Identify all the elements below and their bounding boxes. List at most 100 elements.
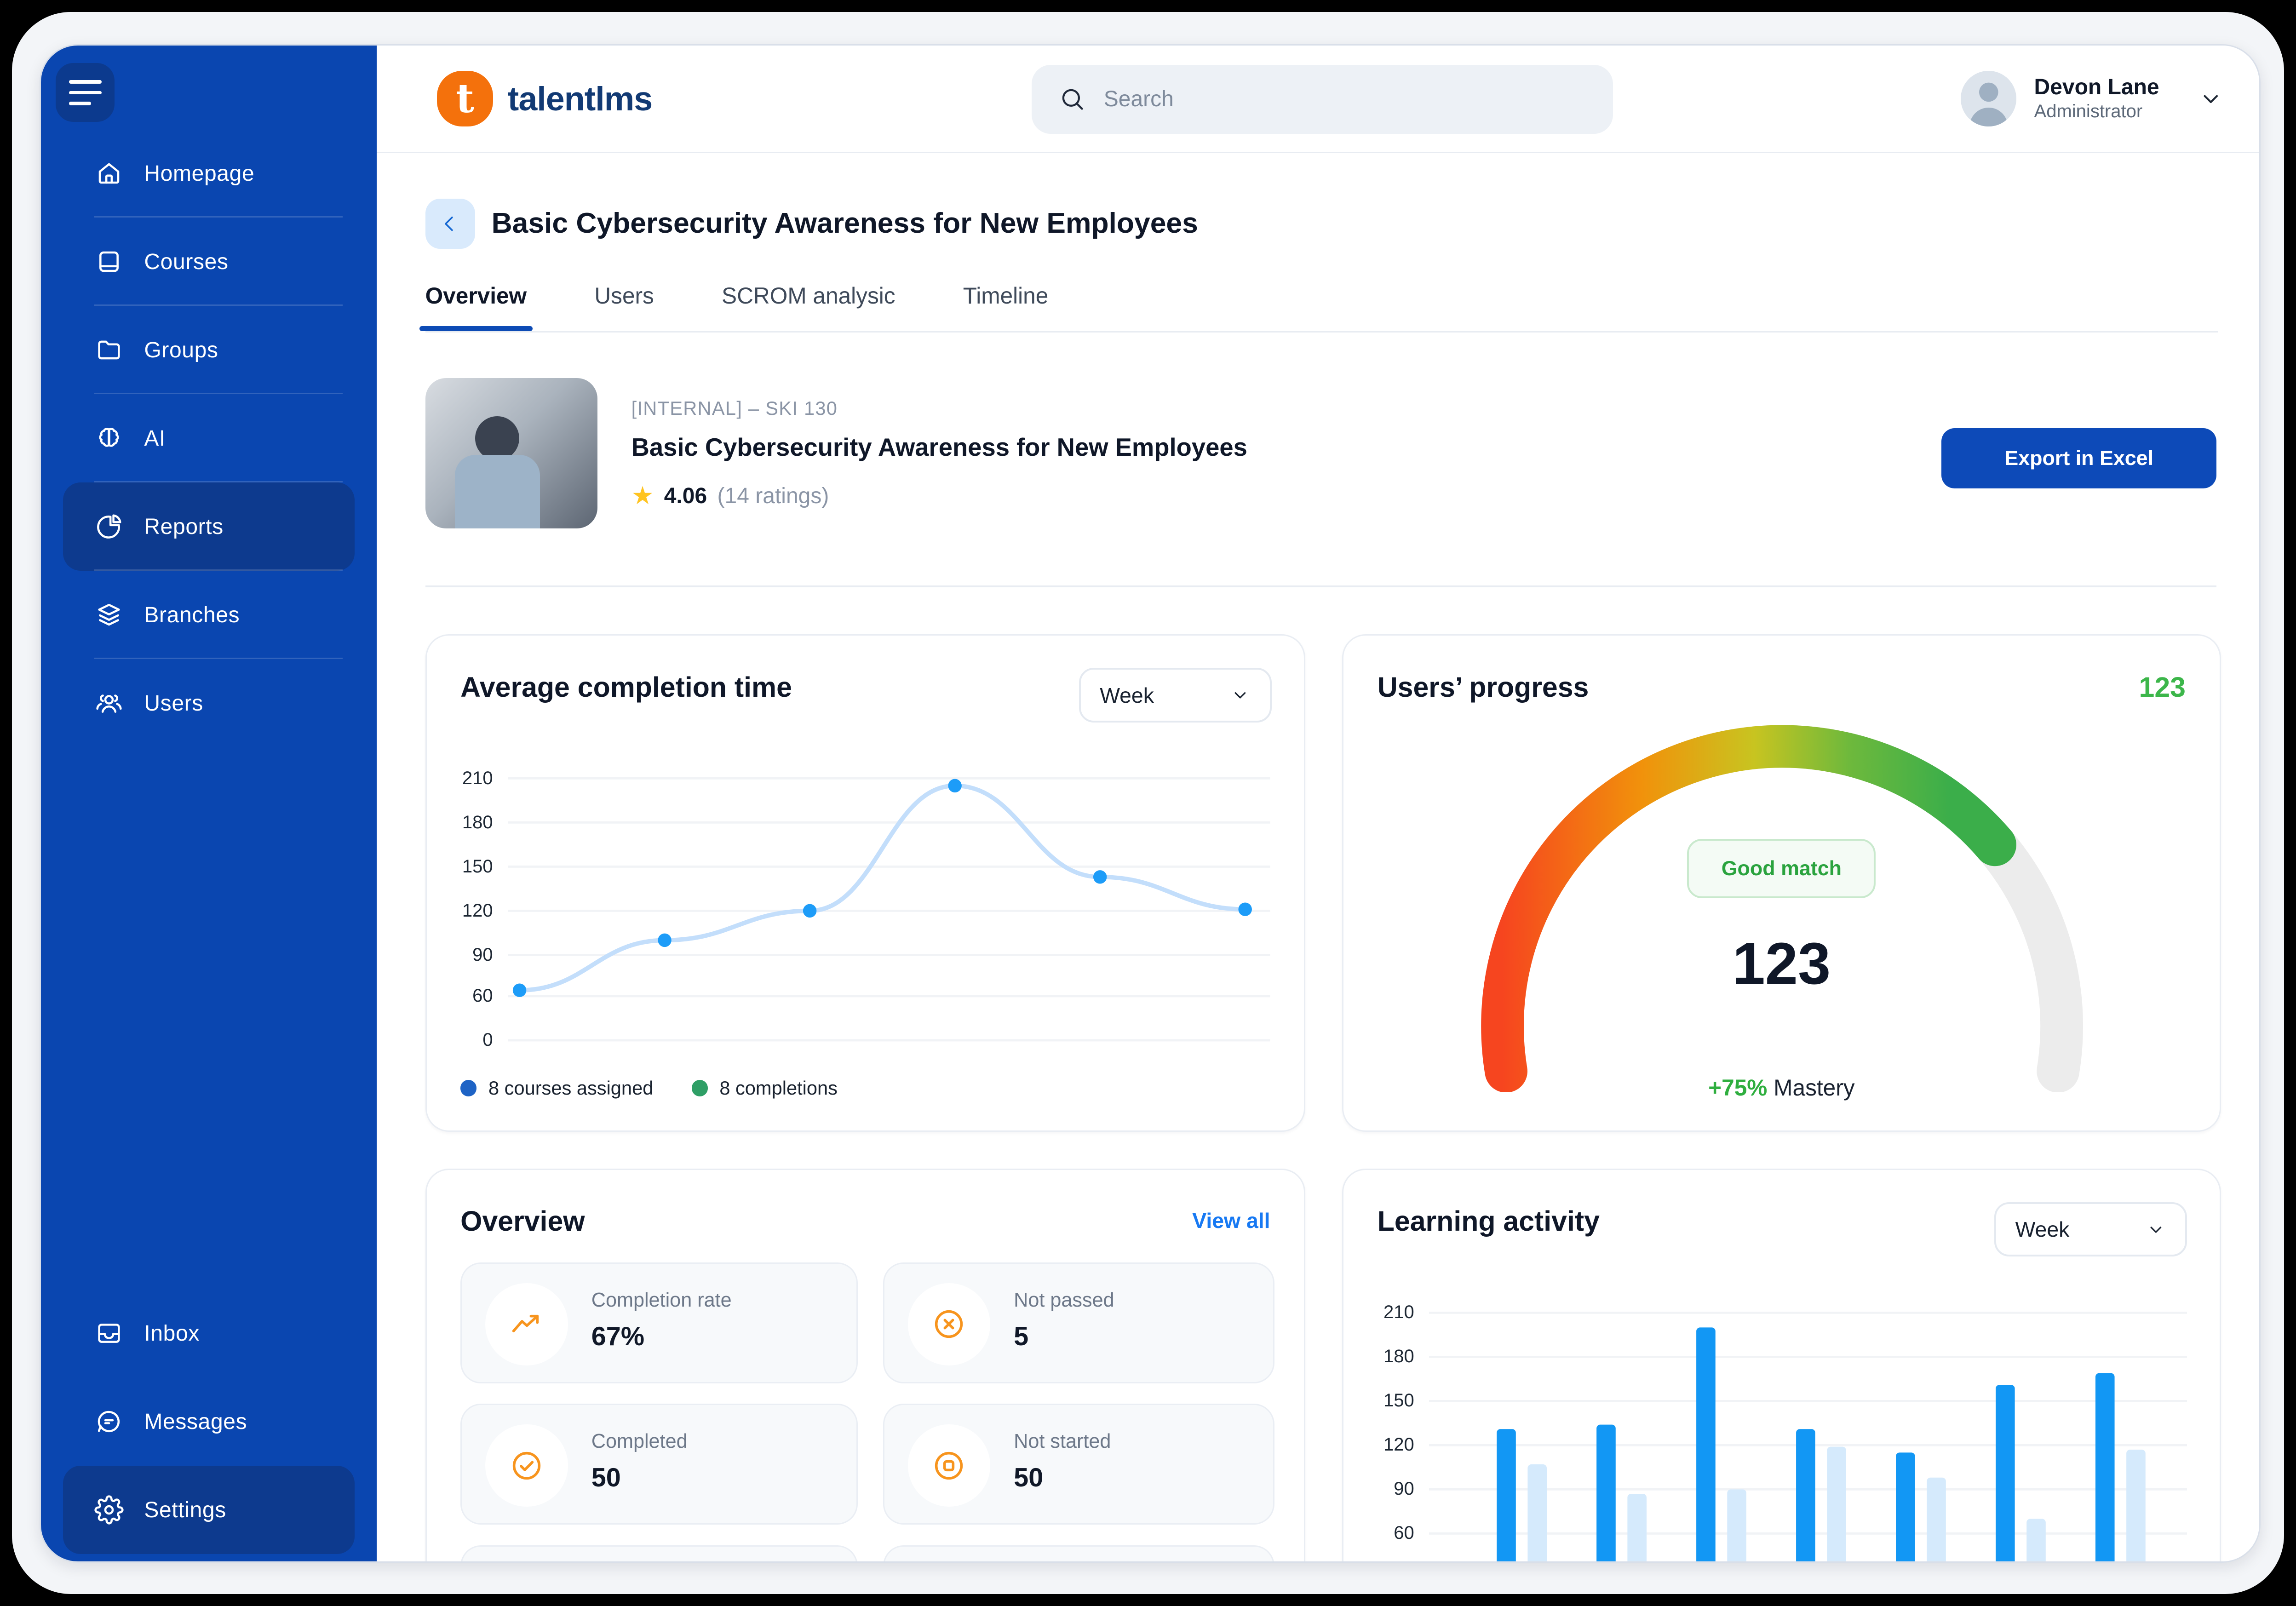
period-value: Week (1100, 683, 1154, 708)
user-menu[interactable]: Devon Lane Administrator (1961, 46, 2224, 152)
stat-tile-completion-rate: Completion rate 67% (460, 1262, 858, 1383)
completion-time-card: Average completion time Week 210 180 150… (425, 634, 1306, 1132)
legend-item: 8 completions (692, 1077, 838, 1099)
folder-icon (94, 335, 124, 365)
line-chart: 210 180 150 120 90 60 0 (427, 753, 1307, 1070)
learning-activity-card: Learning activity Week 210 180 150 120 9… (1342, 1169, 2221, 1562)
check-circle-icon (485, 1424, 568, 1507)
sidebar-item-messages[interactable]: Messages (63, 1377, 355, 1466)
stat-label: Not passed (1014, 1289, 1114, 1312)
course-thumbnail (425, 378, 597, 528)
sidebar-item-courses[interactable]: Courses (63, 218, 355, 306)
y-tick: 120 (1343, 1432, 1414, 1458)
view-all-link[interactable]: View all (1192, 1208, 1270, 1233)
sidebar-item-settings[interactable]: Settings (63, 1466, 355, 1554)
stop-circle-icon (908, 1424, 990, 1507)
sidebar-item-inbox[interactable]: Inbox (63, 1289, 355, 1377)
user-role: Administrator (2034, 100, 2159, 122)
stat-tile-completed: Completed 50 (460, 1404, 858, 1524)
sidebar-item-label: Inbox (144, 1321, 200, 1346)
back-button[interactable] (425, 199, 476, 249)
tab-users[interactable]: Users (594, 282, 654, 330)
stat-value: 5 (1014, 1321, 1028, 1352)
stat-tile-partial (460, 1545, 858, 1562)
tab-timeline[interactable]: Timeline (963, 282, 1049, 330)
stat-tile-not-started: Not started 50 (883, 1404, 1274, 1524)
y-tick: 90 (1343, 1476, 1414, 1503)
gear-icon (94, 1495, 124, 1525)
search-input[interactable] (1104, 86, 1545, 112)
mastery-text: Mastery (1767, 1075, 1854, 1101)
users-icon (94, 688, 124, 718)
app-window: Homepage Courses Groups (40, 44, 2261, 1563)
sidebar-item-reports[interactable]: Reports (63, 482, 355, 571)
stat-label: Completed (591, 1430, 688, 1453)
screen: Homepage Courses Groups (0, 0, 2296, 1606)
stat-tile-partial (883, 1545, 1274, 1562)
chevron-down-icon[interactable] (2198, 86, 2224, 112)
menu-button[interactable] (56, 63, 115, 122)
sidebar-item-branches[interactable]: Branches (63, 571, 355, 659)
x-circle-icon (908, 1283, 990, 1365)
y-tick: 150 (427, 854, 493, 880)
period-value: Week (2015, 1217, 2070, 1242)
page-content: Basic Cybersecurity Awareness for New Em… (377, 153, 2259, 1562)
y-tick: 120 (427, 898, 493, 924)
trend-up-icon (485, 1283, 568, 1365)
overview-card: Overview View all Completion rate 67% N (425, 1169, 1306, 1562)
export-excel-button[interactable]: Export in Excel (1941, 428, 2216, 488)
brain-icon (94, 424, 124, 453)
sidebar-item-groups[interactable]: Groups (63, 306, 355, 394)
y-tick: 210 (427, 765, 493, 792)
user-info: Devon Lane Administrator (2034, 75, 2159, 122)
main-area: t talentlms Devon Lane Administrator (377, 46, 2259, 1561)
card-title: Users’ progress (1378, 671, 1589, 703)
course-title: Basic Cybersecurity Awareness for New Em… (631, 433, 1247, 462)
legend-label: 8 courses assigned (488, 1077, 653, 1099)
bar-chart-canvas (1429, 1288, 2194, 1562)
sidebar-bottom-nav: Inbox Messages Settings (41, 1289, 377, 1554)
y-tick: 210 (1343, 1299, 1414, 1326)
user-name: Devon Lane (2034, 75, 2159, 100)
stat-label: Not started (1014, 1430, 1111, 1453)
sidebar-item-label: Users (144, 691, 203, 716)
period-select[interactable]: Week (1079, 668, 1272, 722)
progress-total: 123 (2139, 671, 2186, 703)
line-chart-canvas (508, 753, 1278, 1070)
y-tick: 60 (427, 983, 493, 1009)
chart-legend: 8 courses assigned 8 completions (460, 1077, 838, 1099)
stat-value: 50 (591, 1463, 621, 1493)
stat-tile-not-passed: Not passed 5 (883, 1262, 1274, 1383)
sidebar-item-users[interactable]: Users (63, 659, 355, 747)
bar-chart: 210 180 150 120 90 60 0 (1343, 1288, 2222, 1562)
logo: t talentlms (437, 46, 652, 152)
sidebar-item-ai[interactable]: AI (63, 394, 355, 482)
sidebar-item-label: Reports (144, 514, 224, 539)
users-progress-card: Users’ progress 123 Good (1342, 634, 2221, 1132)
sidebar-item-label: Messages (144, 1409, 247, 1434)
sidebar-item-label: Groups (144, 338, 218, 363)
sidebar-nav: Homepage Courses Groups (41, 129, 377, 747)
stat-value: 67% (591, 1321, 644, 1352)
sidebar-item-homepage[interactable]: Homepage (63, 129, 355, 218)
logo-text: talentlms (508, 79, 652, 118)
card-title: Overview (460, 1205, 585, 1237)
y-tick: 150 (1343, 1388, 1414, 1414)
legend-item: 8 courses assigned (460, 1077, 653, 1099)
star-icon: ★ (631, 481, 654, 510)
inbox-icon (94, 1319, 124, 1348)
top-header: t talentlms Devon Lane Administrator (377, 46, 2259, 153)
tab-scrom-analysic[interactable]: SCROM analysic (722, 282, 895, 330)
period-select[interactable]: Week (1994, 1202, 2187, 1256)
page-title: Basic Cybersecurity Awareness for New Em… (492, 199, 1198, 249)
progress-value: 123 (1343, 930, 2219, 998)
y-tick: 90 (427, 942, 493, 969)
sidebar-item-label: Branches (144, 602, 240, 628)
y-tick: 60 (1343, 1520, 1414, 1547)
legend-label: 8 completions (719, 1077, 838, 1099)
chevron-left-icon (438, 212, 462, 235)
mastery-label: +75% Mastery (1343, 1074, 2219, 1101)
search-bar[interactable] (1032, 65, 1613, 134)
sidebar-item-label: Homepage (144, 161, 254, 186)
tab-overview[interactable]: Overview (425, 282, 527, 330)
